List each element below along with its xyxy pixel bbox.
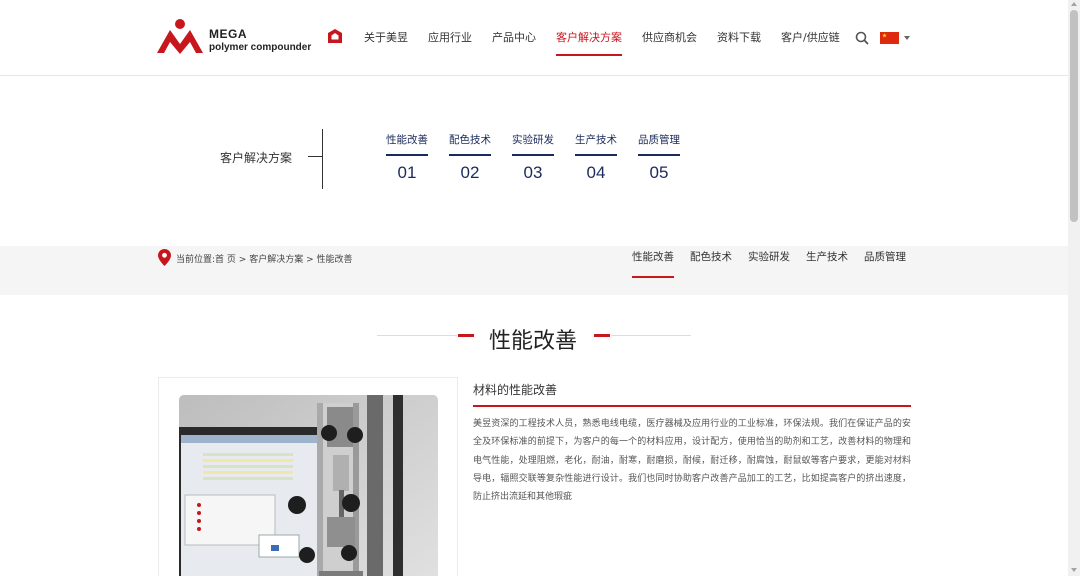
logo-wordmark: MEGA: [209, 27, 247, 41]
hero-vertical-divider: [322, 129, 323, 189]
breadcrumb-separator: >: [303, 255, 317, 265]
nav-item-customer-supply[interactable]: 客户/供应链: [771, 0, 850, 76]
step-label: 生产技术: [575, 134, 617, 146]
breadcrumb-solutions-link[interactable]: 客户解决方案: [249, 255, 303, 265]
breadcrumb-current[interactable]: 性能改善: [316, 255, 352, 265]
logo[interactable]: MEGA polymer compounder: [157, 18, 317, 58]
location-pin-icon: [158, 249, 171, 266]
site-header: MEGA polymer compounder 关于美昱 应用行业 产品中心 客…: [0, 0, 1068, 76]
main-nav: 关于美昱 应用行业 产品中心 客户解决方案 供应商机会 资料下载 客户/供应链: [354, 0, 850, 76]
step-rnd[interactable]: 实验研发 03: [512, 132, 575, 183]
nav-item-solutions[interactable]: 客户解决方案: [546, 0, 632, 76]
step-label: 配色技术: [449, 134, 491, 146]
breadcrumb-separator: >: [235, 255, 250, 265]
step-performance[interactable]: 性能改善 01: [386, 132, 449, 183]
section-title: 性能改善: [489, 329, 578, 354]
scrollbar-thumb[interactable]: [1070, 10, 1078, 222]
step-quality[interactable]: 品质管理 05: [638, 132, 701, 183]
breadcrumb-prefix: 当前位置:: [176, 255, 216, 265]
content-title-underline: [473, 405, 911, 407]
testing-machine-photo: [179, 395, 438, 576]
step-color-tech[interactable]: 配色技术 02: [449, 132, 512, 183]
subnav-item-color-tech[interactable]: 配色技术: [682, 246, 740, 281]
step-underline: [449, 154, 491, 156]
subnav-item-performance[interactable]: 性能改善: [624, 246, 682, 281]
mega-logo-icon: [157, 19, 203, 54]
content-title: 材料的性能改善: [473, 383, 558, 397]
section-title-line-left: [377, 335, 457, 336]
page-scrollbar[interactable]: [1068, 0, 1080, 576]
subnav-item-rnd[interactable]: 实验研发: [740, 246, 798, 281]
step-label: 品质管理: [638, 134, 680, 146]
breadcrumb-home-link[interactable]: 首 页: [215, 255, 236, 265]
step-label: 性能改善: [386, 134, 428, 146]
step-label: 实验研发: [512, 134, 554, 146]
nav-item-products[interactable]: 产品中心: [482, 0, 546, 76]
section-title-line-right: [611, 335, 691, 336]
solution-steps: 性能改善 01 配色技术 02 实验研发 03 生产技术 04 品质管理 05: [386, 132, 701, 183]
search-icon[interactable]: [855, 31, 869, 45]
scroll-down-arrow-icon[interactable]: [1071, 568, 1077, 572]
scroll-up-arrow-icon[interactable]: [1071, 2, 1077, 6]
section-title-dash-left: [458, 334, 474, 337]
nav-item-downloads[interactable]: 资料下载: [707, 0, 771, 76]
hero-title: 客户解决方案: [220, 151, 293, 165]
nav-item-industries[interactable]: 应用行业: [418, 0, 482, 76]
step-production[interactable]: 生产技术 04: [575, 132, 638, 183]
subnav-item-production[interactable]: 生产技术: [798, 246, 856, 281]
step-number: 05: [649, 163, 669, 182]
nav-item-about[interactable]: 关于美昱: [354, 0, 418, 76]
step-underline: [386, 154, 428, 156]
breadcrumb: 当前位置:首 页 > 客户解决方案 > 性能改善: [176, 252, 352, 265]
language-dropdown-caret-icon[interactable]: [904, 36, 910, 40]
step-number: 04: [586, 163, 606, 182]
step-number: 02: [460, 163, 480, 182]
step-underline: [575, 154, 617, 156]
logo-tagline: polymer compounder: [209, 42, 312, 53]
china-flag-icon[interactable]: [880, 32, 899, 44]
step-number: 01: [397, 163, 417, 182]
step-number: 03: [523, 163, 543, 182]
step-underline: [638, 154, 680, 156]
image-card: [158, 377, 458, 576]
content-body: 美昱资深的工程技术人员，熟悉电线电缆，医疗器械及应用行业的工业标准，环保法规。我…: [473, 419, 911, 503]
nav-item-suppliers[interactable]: 供应商机会: [632, 0, 707, 76]
subnav-item-quality[interactable]: 品质管理: [856, 246, 914, 281]
home-icon[interactable]: [327, 28, 343, 44]
hero-dash-divider: [308, 156, 322, 157]
sub-nav: 性能改善 配色技术 实验研发 生产技术 品质管理: [624, 246, 914, 281]
step-underline: [512, 154, 554, 156]
section-title-dash-right: [594, 334, 610, 337]
